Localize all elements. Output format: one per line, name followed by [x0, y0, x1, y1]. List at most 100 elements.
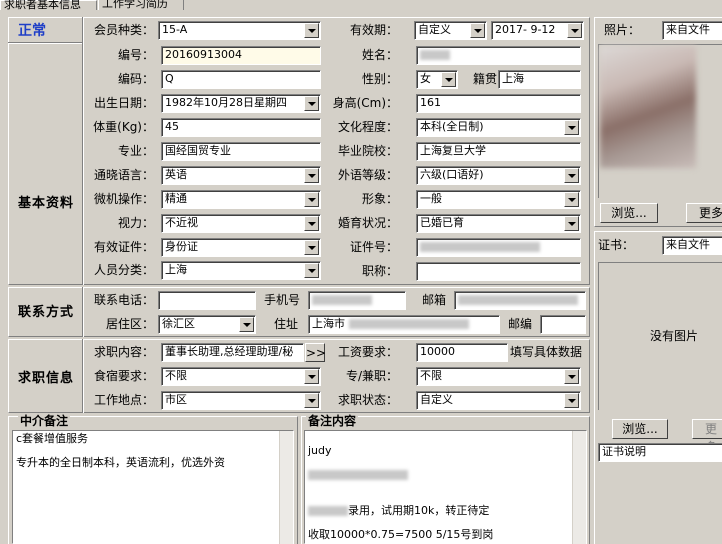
cert-more-button[interactable]: 更多 — [692, 419, 722, 454]
salary-field[interactable]: 10000 — [416, 343, 508, 362]
job-status-select[interactable]: 自定义 — [416, 391, 581, 410]
agency-notes-textarea[interactable]: c套餐增值服务 专升本的全日制本科，英语流利，优选外资 — [12, 430, 294, 544]
district-select[interactable]: 徐汇区 — [158, 315, 256, 334]
phone-field[interactable] — [158, 291, 256, 310]
height-field[interactable]: 161 — [416, 94, 581, 113]
chevron-down-icon[interactable] — [567, 23, 582, 38]
agency-notes-scrollbar[interactable] — [279, 431, 293, 544]
status-label: 正常 — [18, 23, 46, 39]
location-select[interactable]: 市区 — [161, 391, 321, 410]
email-label: 邮箱 — [422, 293, 447, 307]
title-field[interactable] — [416, 262, 581, 281]
validity-date-picker[interactable]: 2017- 9-12 — [491, 21, 584, 40]
chevron-down-icon[interactable] — [304, 23, 319, 38]
chevron-down-icon[interactable] — [304, 216, 319, 231]
job-content-label: 求职内容： — [93, 345, 154, 359]
mobile-field[interactable] — [308, 291, 406, 310]
marital-select[interactable]: 已婚已育 — [416, 214, 581, 233]
redacted-remark — [308, 470, 408, 480]
title-label: 职称： — [361, 264, 398, 278]
tab-work-history[interactable]: 工作学习简历 — [98, 0, 184, 10]
native-place-field[interactable]: 上海 — [498, 70, 581, 89]
chevron-down-icon[interactable] — [564, 168, 579, 183]
member-type-label: 会员种类： — [93, 23, 154, 37]
birthdate-picker[interactable]: 1982年10月28日星期四 — [161, 94, 321, 113]
section-basic: 基本资料 — [17, 196, 74, 211]
chevron-down-icon[interactable] — [564, 192, 579, 207]
chevron-down-icon[interactable] — [304, 263, 319, 278]
cert-source-value: 来自文件 — [666, 238, 710, 251]
cert-description-field[interactable]: 证书说明 — [598, 443, 722, 462]
id-number-field[interactable] — [416, 238, 581, 257]
chevron-down-icon[interactable] — [304, 240, 319, 255]
education-select[interactable]: 本科(全日制) — [416, 118, 581, 137]
remark-scrollbar[interactable] — [572, 431, 586, 544]
school-label: 毕业院校： — [337, 144, 398, 158]
language-select[interactable]: 英语 — [161, 166, 321, 185]
redacted-email — [458, 295, 578, 305]
meals-select[interactable]: 不限 — [161, 367, 321, 386]
fulltime-select[interactable]: 不限 — [416, 367, 581, 386]
code-field[interactable]: Q — [161, 70, 321, 89]
person-class-select[interactable]: 上海 — [161, 261, 321, 280]
photo-more-button[interactable]: 更多 — [686, 203, 722, 223]
redacted-id-number — [420, 242, 540, 252]
gender-select[interactable]: 女 — [416, 70, 458, 89]
foreign-level-select[interactable]: 六级(口语好) — [416, 166, 581, 185]
redacted-mobile — [312, 295, 372, 305]
chevron-down-icon[interactable] — [304, 369, 319, 384]
appearance-label: 形象： — [361, 192, 398, 206]
remark-line-1: judy — [308, 444, 332, 457]
member-type-select[interactable]: 15-A — [158, 21, 321, 40]
chevron-down-icon[interactable] — [304, 96, 319, 111]
section-contact: 联系方式 — [17, 305, 74, 320]
tab-basic-info[interactable]: 求职者基本信息 — [0, 0, 97, 10]
redacted-address — [349, 319, 469, 329]
chevron-down-icon[interactable] — [441, 72, 456, 87]
chevron-down-icon[interactable] — [304, 192, 319, 207]
fulltime-label: 专/兼职： — [345, 369, 398, 383]
number-field[interactable]: 20160913004 — [161, 46, 321, 65]
gender-value: 女 — [420, 72, 431, 85]
appearance-value: 一般 — [420, 192, 442, 205]
weight-field[interactable]: 45 — [161, 118, 321, 137]
chevron-down-icon[interactable] — [470, 23, 485, 38]
name-field[interactable] — [416, 46, 581, 65]
id-type-select[interactable]: 身份证 — [161, 238, 321, 257]
chevron-down-icon[interactable] — [564, 393, 579, 408]
job-content-field[interactable]: 董事长助理,总经理助理/秘 — [161, 343, 304, 362]
foreign-level-value: 六级(口语好) — [420, 168, 484, 181]
education-value: 本科(全日制) — [420, 120, 484, 133]
email-field[interactable] — [454, 291, 586, 310]
validity-mode-select[interactable]: 自定义 — [414, 21, 487, 40]
address-field[interactable]: 上海市 — [308, 315, 500, 334]
photo-source-select[interactable]: 来自文件 — [662, 21, 722, 40]
chevron-down-icon[interactable] — [304, 168, 319, 183]
vision-select[interactable]: 不近视 — [161, 214, 321, 233]
native-place-label: 籍贯 — [473, 72, 498, 86]
postcode-field[interactable] — [540, 315, 586, 334]
school-field[interactable]: 上海复旦大学 — [416, 142, 581, 161]
job-content-more-button[interactable]: >> — [305, 343, 326, 362]
chevron-down-icon[interactable] — [564, 369, 579, 384]
chevron-down-icon[interactable] — [239, 317, 254, 332]
salary-hint: 填写具体数据 — [510, 345, 583, 359]
phone-label: 联系电话： — [93, 293, 154, 307]
id-type-label: 有效证件： — [93, 240, 154, 254]
major-field[interactable]: 国经国贸专业 — [161, 142, 321, 161]
chevron-down-icon[interactable] — [564, 120, 579, 135]
appearance-select[interactable]: 一般 — [416, 190, 581, 209]
location-value: 市区 — [165, 393, 187, 406]
cert-source-select[interactable]: 来自文件 — [662, 236, 722, 255]
computer-value: 精通 — [165, 192, 187, 205]
vision-value: 不近视 — [165, 216, 198, 229]
id-number-label: 证件号： — [349, 240, 398, 254]
computer-label: 微机操作： — [93, 192, 154, 206]
remark-textarea[interactable]: judy 录用，试用期10k，转正待定 收取10000*0.75=7500 5/… — [304, 430, 587, 544]
cert-browse-button[interactable]: 浏览... — [612, 419, 668, 439]
photo-browse-button[interactable]: 浏览... — [600, 203, 658, 223]
meals-label: 食宿要求： — [93, 369, 154, 383]
chevron-down-icon[interactable] — [564, 216, 579, 231]
chevron-down-icon[interactable] — [304, 393, 319, 408]
computer-select[interactable]: 精通 — [161, 190, 321, 209]
